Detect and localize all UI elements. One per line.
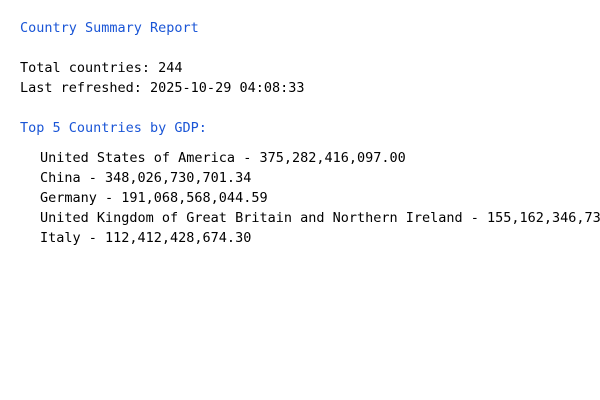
list-item: China - 348,026,730,701.34 <box>40 170 252 186</box>
list-item: United States of America - 375,282,416,0… <box>40 150 406 166</box>
top-countries-list: United States of America - 375,282,416,0… <box>40 148 600 248</box>
last-refreshed-text: Last refreshed: 2025-10-29 04:08:33 <box>20 80 305 96</box>
total-countries-text: Total countries: 244 <box>20 60 183 76</box>
list-item: Germany - 191,068,568,044.59 <box>40 190 268 206</box>
report-page: { "report": { "title": "Country Summary … <box>0 0 600 400</box>
top-countries-heading: Top 5 Countries by GDP: <box>20 120 207 136</box>
list-item: Italy - 112,412,428,674.30 <box>40 230 252 246</box>
report-title: Country Summary Report <box>20 20 199 36</box>
list-item: United Kingdom of Great Britain and Nort… <box>40 210 600 226</box>
